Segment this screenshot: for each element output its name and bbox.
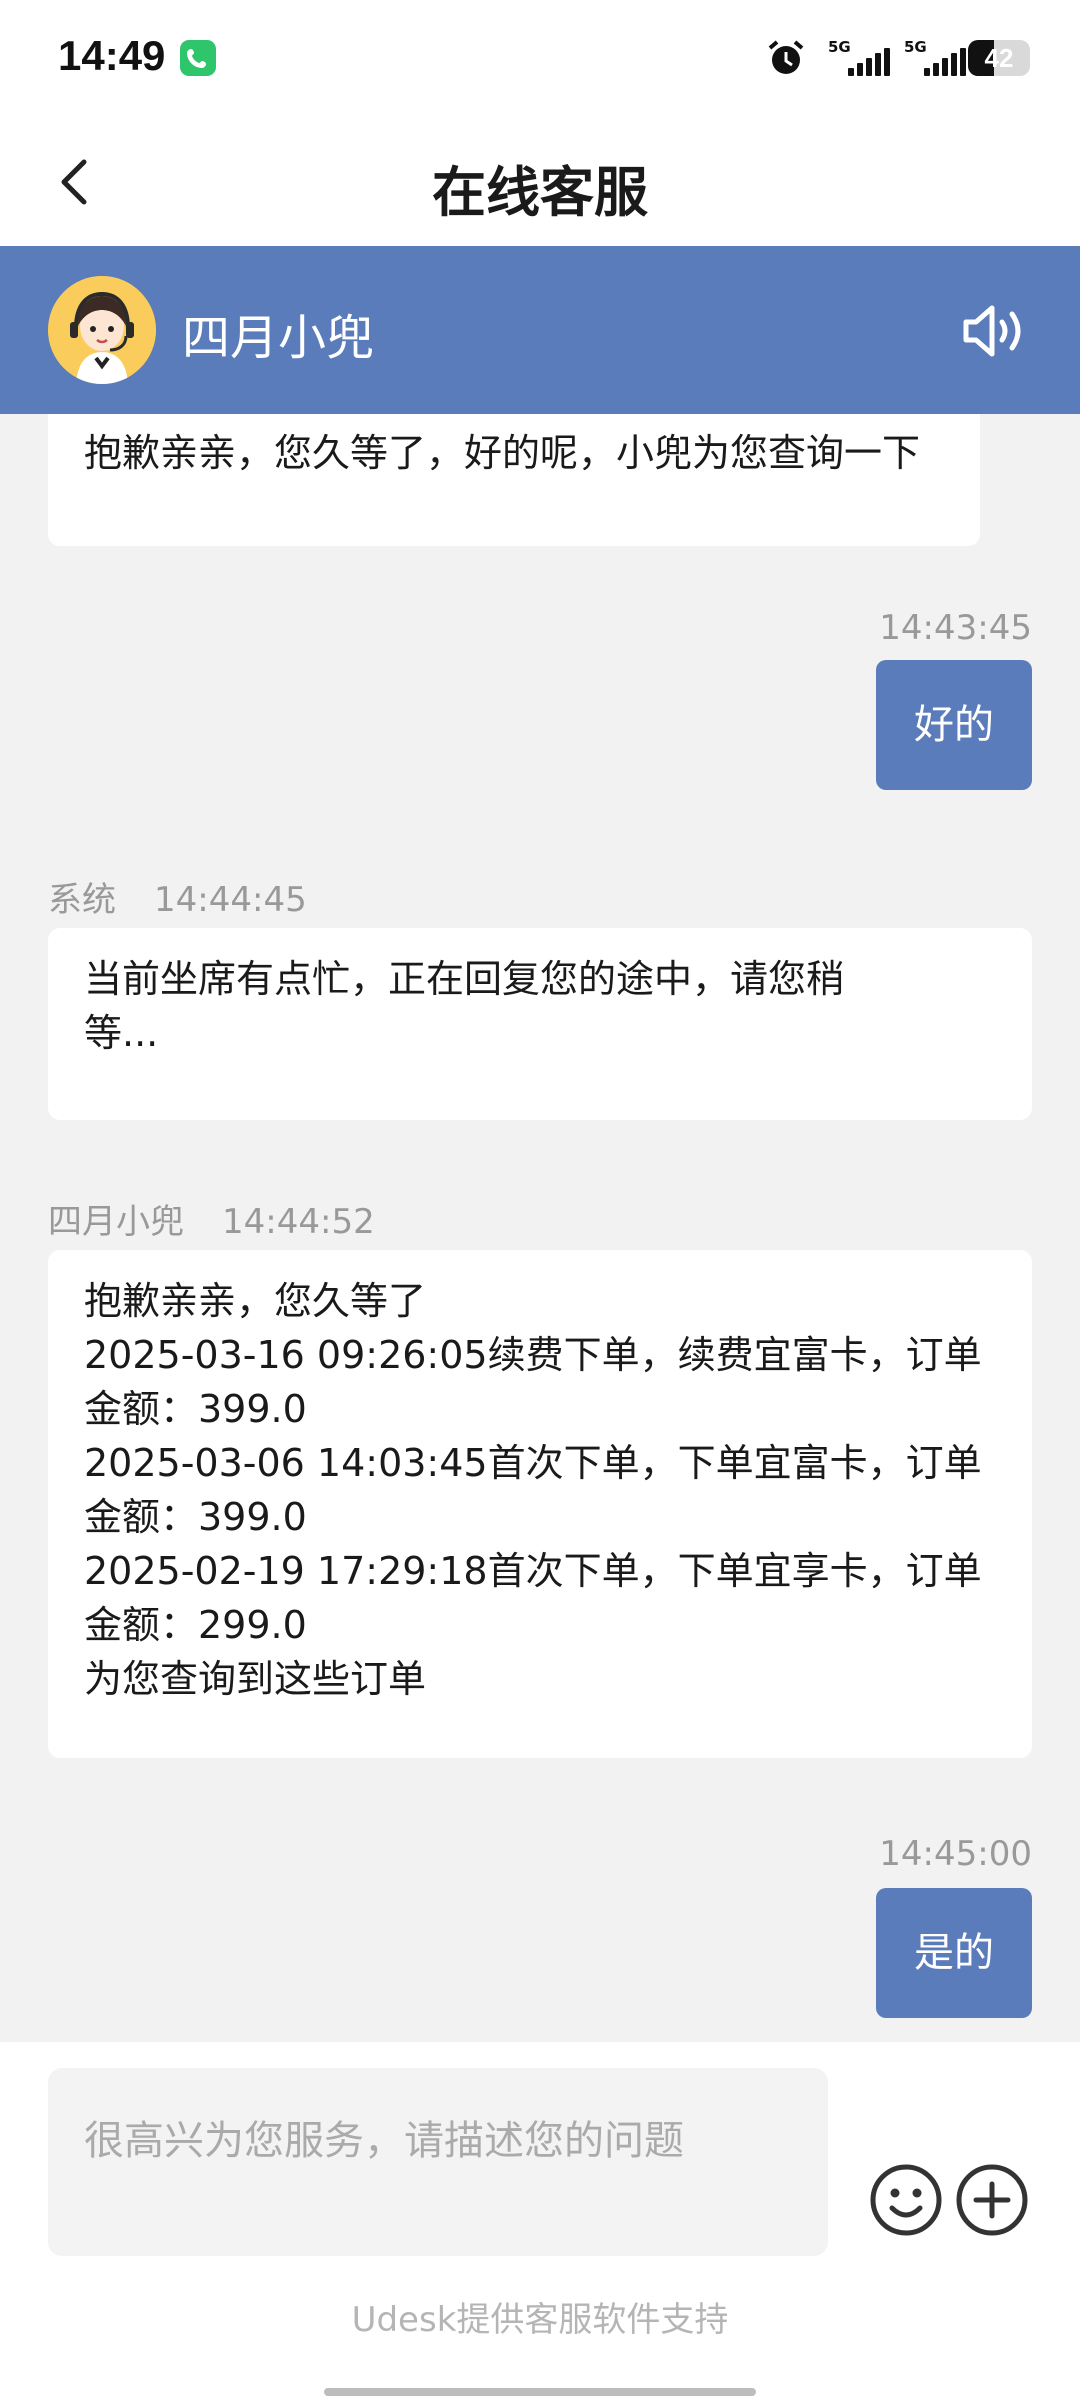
message-line: 为您查询到这些订单 xyxy=(84,1657,427,1701)
system-message-bubble: 当前坐席有点忙，正在回复您的途中，请您稍 等... xyxy=(48,928,1032,1120)
message-line: 金额：399.0 xyxy=(84,1495,307,1539)
message-line: 2025-03-16 09:26:05续费下单，续费宜富卡，订单 xyxy=(84,1333,982,1377)
status-bar: 14:49 5G 5G 42 xyxy=(0,0,1080,118)
plus-icon[interactable] xyxy=(954,2162,1030,2238)
agent-message-bubble: 抱歉亲亲，您久等了，好的呢，小兜为您查询一下 xyxy=(48,414,980,546)
message-sender: 四月小兜 xyxy=(48,1202,184,1242)
status-time: 14:49 xyxy=(58,32,166,79)
message-text: 好的 xyxy=(914,702,994,748)
input-placeholder: 很高兴为您服务，请描述您的问题 xyxy=(84,2118,684,2164)
agent-message-bubble: 抱歉亲亲，您久等了 2025-03-16 09:26:05续费下单，续费宜富卡，… xyxy=(48,1250,1032,1758)
message-line: 2025-02-19 17:29:18首次下单，下单宜享卡，订单 xyxy=(84,1549,982,1593)
message-line: 等... xyxy=(84,1011,159,1055)
alarm-icon xyxy=(768,40,804,74)
message-line: 抱歉亲亲，您久等了 xyxy=(84,1279,427,1323)
signal-icon-sim1: 5G xyxy=(828,38,890,78)
chat-message-list[interactable]: 抱歉亲亲，您久等了，好的呢，小兜为您查询一下 14:43:45 好的 系统 14:… xyxy=(0,414,1080,2042)
user-message-bubble: 是的 xyxy=(876,1888,1032,2018)
agent-avatar xyxy=(48,276,156,384)
emoji-icon[interactable] xyxy=(868,2162,944,2238)
agent-header: 四月小兜 xyxy=(0,246,1080,414)
message-line: 当前坐席有点忙，正在回复您的途中，请您稍 xyxy=(84,957,845,1001)
speaker-icon[interactable] xyxy=(960,302,1030,360)
battery-icon: 42 xyxy=(968,40,1030,76)
phone-call-icon xyxy=(180,40,216,76)
message-line: 2025-03-06 14:03:45首次下单，下单宜富卡，订单 xyxy=(84,1441,982,1485)
user-message-bubble: 好的 xyxy=(876,660,1032,790)
message-text: 抱歉亲亲，您久等了，好的呢，小兜为您查询一下 xyxy=(84,431,921,475)
network-type-label: 5G xyxy=(904,38,927,56)
message-meta: 四月小兜 14:44:52 xyxy=(48,1194,375,1243)
message-sender: 系统 xyxy=(48,880,116,920)
network-type-label: 5G xyxy=(828,38,851,56)
powered-by-text: Udesk提供客服软件支持 xyxy=(351,2300,729,2340)
message-timestamp: 14:45:00 xyxy=(879,1834,1032,1874)
message-timestamp: 14:43:45 xyxy=(879,608,1032,648)
signal-icon-sim2: 5G xyxy=(904,38,966,78)
message-timestamp: 14:44:45 xyxy=(154,880,307,920)
page-title: 在线客服 xyxy=(432,161,648,224)
message-line: 金额：399.0 xyxy=(84,1387,307,1431)
battery-level: 42 xyxy=(984,43,1014,73)
nav-bar: 在线客服 xyxy=(0,118,1080,246)
home-indicator[interactable] xyxy=(324,2388,756,2396)
input-area: 很高兴为您服务，请描述您的问题 Udesk提供客服软件支持 xyxy=(0,2042,1080,2400)
message-timestamp: 14:44:52 xyxy=(222,1202,375,1242)
agent-name: 四月小兜 xyxy=(182,310,375,366)
message-line: 金额：299.0 xyxy=(84,1603,307,1647)
message-meta: 系统 14:44:45 xyxy=(48,872,307,921)
message-input[interactable]: 很高兴为您服务，请描述您的问题 xyxy=(48,2068,828,2256)
message-text: 是的 xyxy=(914,1930,994,1976)
